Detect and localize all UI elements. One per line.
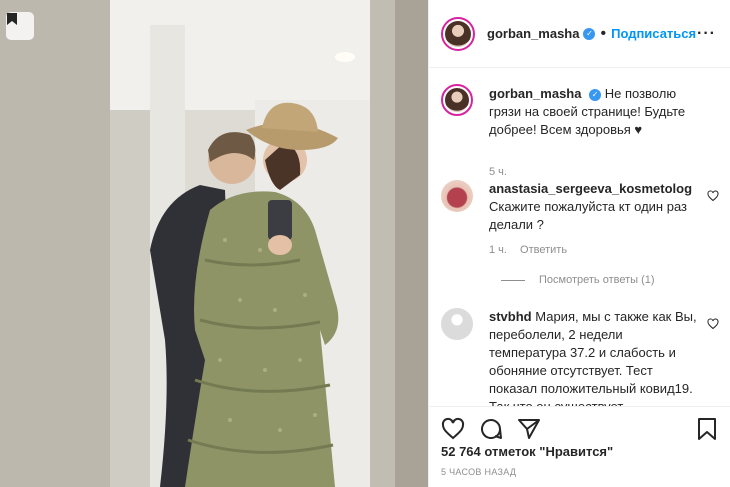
heart-icon[interactable] [707,318,719,330]
verified-badge-icon: ✓ [583,27,596,40]
post-sidebar: gorban_masha ✓ • Подписаться ··· gorban_… [428,0,730,487]
action-bar [429,406,730,446]
comment-meta: 1 ч. Ответить [489,244,567,256]
heart-icon[interactable] [441,417,465,441]
comment-text: stvbhd Мария, мы с также как Вы, перебол… [489,308,699,406]
post-image [0,0,428,487]
avatar[interactable] [441,84,473,116]
avatar[interactable] [441,308,473,340]
view-replies-button[interactable]: Посмотреть ответы (1) [501,274,655,286]
view-replies-label: Посмотреть ответы (1) [539,274,655,286]
share-icon[interactable] [517,417,541,441]
bookmark-icon [7,13,17,25]
comments-list[interactable]: gorban_masha ✓ Не позволю грязи на своей… [429,68,730,406]
likes-count[interactable]: 52 764 отметок "Нравится" [441,444,613,459]
follow-button[interactable]: Подписаться [611,26,696,41]
comment-username[interactable]: stvbhd [489,309,532,324]
post-photo[interactable] [0,0,428,487]
post-date: 5 часов назад [441,467,517,477]
post-header: gorban_masha ✓ • Подписаться ··· [429,0,730,68]
comment-username[interactable]: anastasia_sergeeva_kosmetolog [489,181,692,196]
heart-icon[interactable] [707,190,719,202]
divider [501,279,525,281]
save-collection-button[interactable] [6,12,34,40]
comment-body: Скажите пожалуйста кт один раз делали ? [489,199,688,232]
comment-timestamp: 1 ч. [489,244,507,256]
verified-badge-icon: ✓ [589,88,602,101]
caption-timestamp: 5 ч. [489,166,507,178]
comment-icon[interactable] [479,417,503,441]
comment-text: anastasia_sergeeva_kosmetolog Скажите по… [489,180,699,234]
caption-username[interactable]: gorban_masha [489,86,581,101]
avatar[interactable] [441,16,475,51]
username-link[interactable]: gorban_masha [487,26,579,41]
avatar[interactable] [441,180,473,212]
separator-dot: • [600,24,607,42]
caption-text: gorban_masha ✓ Не позволю грязи на своей… [489,85,699,139]
reply-button[interactable]: Ответить [520,244,567,256]
bookmark-icon[interactable] [695,417,719,441]
more-options-icon[interactable]: ··· [697,25,716,43]
